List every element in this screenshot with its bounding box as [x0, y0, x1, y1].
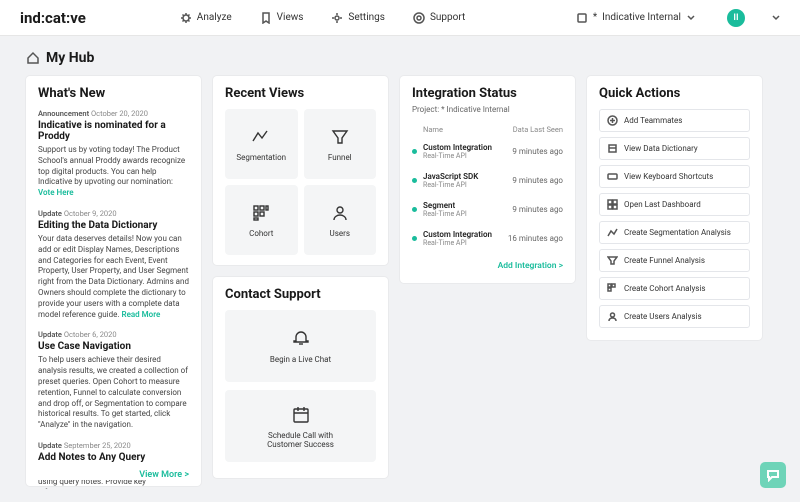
nav-settings[interactable]: Settings — [331, 12, 385, 24]
bookmark-icon — [260, 12, 272, 24]
nav-analyze-label: Analyze — [197, 12, 232, 23]
hub-title: My Hub — [46, 50, 94, 66]
whats-new-card: What's New Announcement October 20, 2020… — [26, 76, 201, 486]
project-selector[interactable]: * Indicative Internal — [576, 12, 695, 24]
view-more-link[interactable]: View More > — [38, 466, 189, 480]
status-dot — [412, 207, 417, 212]
bell-icon — [290, 328, 312, 350]
home-icon — [26, 51, 40, 65]
qa-create-users[interactable]: Create Users Analysis — [599, 305, 750, 328]
nav-support-label: Support — [430, 12, 465, 23]
main: What's New Announcement October 20, 2020… — [0, 76, 800, 502]
segmentation-icon — [251, 127, 271, 147]
integration-title: Integration Status — [412, 86, 563, 101]
gear-icon — [180, 12, 192, 24]
integration-row: SegmentReal-Time API 9 minutes ago — [412, 195, 563, 224]
plus-circle-icon — [607, 115, 618, 126]
news-item: Update October 9, 2020 Editing the Data … — [38, 209, 189, 320]
news-item: Update September 25, 2020 Add Notes to A… — [38, 441, 189, 489]
status-dot — [412, 178, 417, 183]
nav-support[interactable]: Support — [413, 12, 465, 24]
settings-icon — [331, 12, 343, 24]
integration-row: Custom IntegrationReal-Time API 16 minut… — [412, 224, 563, 253]
integration-row: JavaScript SDKReal-Time API 9 minutes ag… — [412, 166, 563, 195]
qa-create-segmentation[interactable]: Create Segmentation Analysis — [599, 221, 750, 244]
contact-support-title: Contact Support — [225, 287, 376, 302]
status-dot — [412, 149, 417, 154]
recent-views-card: Recent Views Segmentation Funnel Cohort … — [213, 76, 388, 265]
news-link[interactable]: Vote Here — [38, 188, 74, 197]
contact-support-card: Contact Support Begin a Live Chat Schedu… — [213, 277, 388, 478]
quick-actions-card: Quick Actions Add Teammates View Data Di… — [587, 76, 762, 340]
status-dot — [412, 236, 417, 241]
recent-views-title: Recent Views — [225, 86, 376, 101]
support-icon — [413, 12, 425, 24]
integration-header: Name Data Last Seen — [412, 122, 563, 137]
dictionary-icon — [607, 143, 618, 154]
whats-new-title: What's New — [38, 86, 189, 101]
users-icon — [607, 311, 618, 322]
qa-add-teammates[interactable]: Add Teammates — [599, 109, 750, 132]
add-integration-link[interactable]: Add Integration > — [412, 261, 563, 271]
segmentation-icon — [607, 227, 618, 238]
keyboard-icon — [607, 171, 618, 182]
nav-items: Analyze Views Settings Support — [180, 12, 552, 24]
news-list: Announcement October 20, 2020 Indicative… — [38, 109, 189, 489]
news-item: Announcement October 20, 2020 Indicative… — [38, 109, 189, 199]
qa-open-dashboard[interactable]: Open Last Dashboard — [599, 193, 750, 216]
top-nav: ind:cat:ve Analyze Views Settings Suppor… — [0, 0, 800, 36]
nav-analyze[interactable]: Analyze — [180, 12, 232, 24]
cohort-icon — [251, 203, 271, 223]
funnel-icon — [607, 255, 618, 266]
qa-data-dictionary[interactable]: View Data Dictionary — [599, 137, 750, 160]
news-link[interactable]: Read More — [121, 310, 160, 319]
chat-icon — [766, 468, 780, 482]
integration-subtitle: Project: * Indicative Internal — [412, 105, 563, 114]
quick-actions-title: Quick Actions — [599, 86, 750, 101]
chevron-down-icon — [686, 13, 695, 22]
project-name: Indicative Internal — [602, 12, 681, 23]
chevron-down-icon[interactable] — [771, 13, 780, 22]
avatar[interactable]: II — [727, 9, 745, 27]
dashboard-icon — [607, 199, 618, 210]
hub-header: My Hub — [0, 36, 800, 76]
qa-create-cohort[interactable]: Create Cohort Analysis — [599, 277, 750, 300]
nav-settings-label: Settings — [348, 12, 385, 23]
qa-keyboard-shortcuts[interactable]: View Keyboard Shortcuts — [599, 165, 750, 188]
integration-card: Integration Status Project: * Indicative… — [400, 76, 575, 283]
news-item: Update October 6, 2020 Use Case Navigati… — [38, 330, 189, 431]
calendar-icon — [290, 404, 312, 426]
project-prefix: * — [593, 12, 597, 23]
integration-row: Custom IntegrationReal-Time API 9 minute… — [412, 137, 563, 166]
cohort-icon — [607, 283, 618, 294]
recent-tile-funnel[interactable]: Funnel — [304, 109, 377, 179]
users-icon — [330, 203, 350, 223]
recent-tile-segmentation[interactable]: Segmentation — [225, 109, 298, 179]
recent-tile-users[interactable]: Users — [304, 185, 377, 255]
nav-views[interactable]: Views — [260, 12, 304, 24]
support-tile-chat[interactable]: Begin a Live Chat — [225, 310, 376, 382]
qa-create-funnel[interactable]: Create Funnel Analysis — [599, 249, 750, 272]
logo: ind:cat:ve — [20, 9, 86, 27]
nav-views-label: Views — [277, 12, 304, 23]
help-fab[interactable] — [760, 462, 786, 488]
project-icon — [576, 12, 588, 24]
recent-tile-cohort[interactable]: Cohort — [225, 185, 298, 255]
support-tile-schedule[interactable]: Schedule Call with Customer Success — [225, 390, 376, 462]
funnel-icon — [330, 127, 350, 147]
